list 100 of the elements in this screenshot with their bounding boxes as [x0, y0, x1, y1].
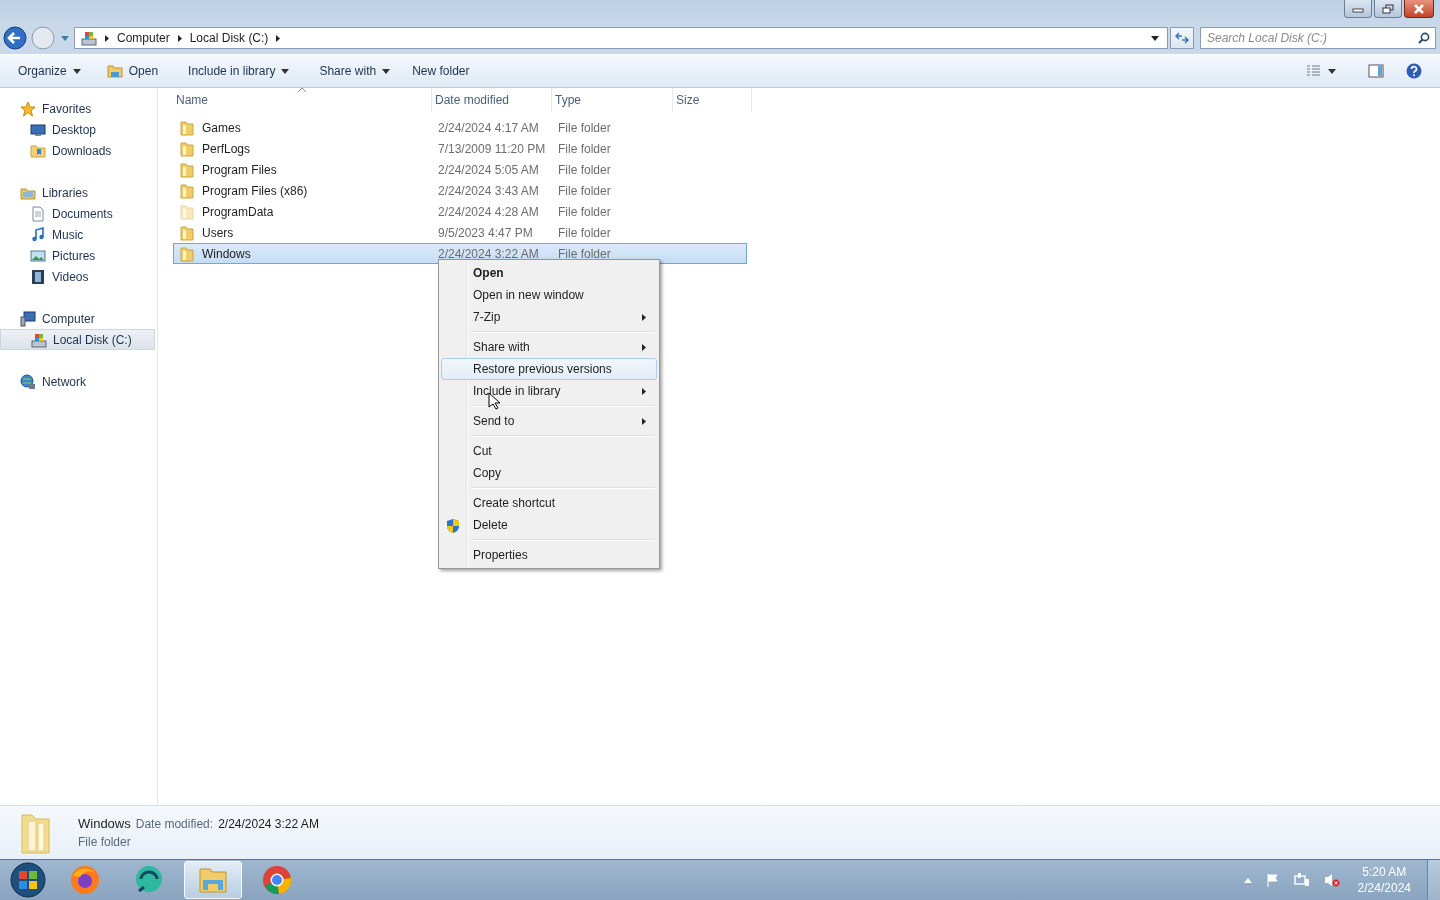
file-row[interactable]: ProgramData 2/24/2024 4:28 AM File folder: [173, 201, 747, 222]
menu-item[interactable]: Restore previous versions: [441, 358, 657, 380]
menu-item[interactable]: Open in new window: [441, 284, 657, 306]
show-hidden-icons-icon[interactable]: [1243, 877, 1252, 883]
search-field[interactable]: Search Local Disk (C:): [1200, 27, 1436, 49]
date-cell: 2/24/2024 3:22 AM: [438, 246, 539, 261]
speaker-muted-icon[interactable]: [1323, 873, 1340, 887]
date-value: 2/24/2024 3:22 AM: [218, 817, 319, 831]
menu-item[interactable]: 7-Zip: [441, 306, 657, 328]
monitor-icon: [30, 121, 46, 138]
date-cell: 2/24/2024 4:17 AM: [438, 120, 539, 135]
type-cell: File folder: [558, 225, 611, 240]
sidebar-item[interactable]: Pictures: [0, 245, 157, 266]
flag-icon[interactable]: [1265, 873, 1280, 887]
breadcrumb[interactable]: Local Disk (C:): [189, 31, 269, 45]
file-name: ProgramData: [202, 204, 274, 219]
picture-icon: [30, 247, 46, 264]
file-type: File folder: [78, 835, 132, 849]
search-icon: [1418, 32, 1430, 44]
list-view-icon: [1306, 65, 1336, 77]
menu-item[interactable]: Copy: [441, 462, 657, 484]
dropdown-icon: [1151, 35, 1159, 41]
film-icon: [30, 268, 46, 285]
drive-icon: [31, 331, 47, 348]
submenu-arrow-icon: [642, 417, 646, 425]
document-icon: [30, 205, 46, 222]
close-button[interactable]: [1404, 0, 1434, 18]
sidebar-item[interactable]: Computer: [0, 308, 157, 329]
sidebar-item[interactable]: Favorites: [0, 98, 157, 119]
pane-icon: [1368, 64, 1384, 78]
sidebar-item[interactable]: Local Disk (C:): [0, 329, 155, 350]
minimize-button[interactable]: [1344, 0, 1372, 18]
file-row[interactable]: Program Files 2/24/2024 5:05 AM File folder: [173, 159, 747, 180]
circle-icon: [31, 26, 55, 50]
file-name: Program Files: [202, 162, 277, 177]
menu-item[interactable]: Properties: [441, 544, 657, 566]
date-cell: 2/24/2024 5:05 AM: [438, 162, 539, 177]
folder-icon: [106, 64, 123, 78]
toolbar-button[interactable]: Organize: [10, 59, 89, 83]
chevron-icon: [177, 34, 182, 42]
submenu-arrow-icon: [642, 387, 646, 395]
sidebar-item[interactable]: Desktop: [0, 119, 157, 140]
show-desktop-button[interactable]: [1427, 860, 1440, 900]
music-note-icon: [30, 226, 46, 243]
column-header[interactable]: Date modified: [432, 88, 552, 112]
sidebar-item[interactable]: Libraries: [0, 182, 157, 203]
windows-orb-icon: [10, 862, 46, 898]
file-name: Windows: [202, 246, 251, 261]
type-cell: File folder: [558, 183, 611, 198]
close-icon: [1413, 3, 1425, 14]
caret-icon: [382, 68, 391, 74]
file-name: PerfLogs: [202, 141, 251, 156]
menu-item[interactable]: Send to: [441, 410, 657, 432]
refresh-button[interactable]: [1170, 27, 1194, 49]
menu-item[interactable]: Open: [441, 262, 657, 284]
chrome-icon: [261, 864, 293, 896]
date-cell: 2/24/2024 4:28 AM: [438, 204, 539, 219]
file-row[interactable]: Games 2/24/2024 4:17 AM File folder: [173, 117, 747, 138]
sidebar-item[interactable]: Videos: [0, 266, 157, 287]
back-button[interactable]: [2, 25, 28, 51]
restore-icon: [1382, 3, 1394, 14]
address-bar[interactable]: Computer Local Disk (C:): [74, 27, 1168, 49]
file-name: Games: [202, 120, 241, 135]
network-icon: [20, 373, 36, 390]
caret-icon: [72, 68, 81, 74]
column-header[interactable]: Type: [552, 88, 673, 112]
sidebar-item[interactable]: Network: [0, 371, 157, 392]
menu-item[interactable]: Delete: [441, 514, 657, 536]
toolbar-button[interactable]: Include in library: [180, 59, 298, 83]
sidebar-item[interactable]: Music: [0, 224, 157, 245]
sidebar-item[interactable]: Documents: [0, 203, 157, 224]
column-header[interactable]: Name: [173, 88, 432, 112]
submenu-arrow-icon: [642, 343, 646, 351]
file-row[interactable]: Program Files (x86) 2/24/2024 3:43 AM File folder: [173, 180, 747, 201]
date-cell: 7/13/2009 11:20 PM: [438, 141, 546, 156]
menu-item[interactable]: Share with: [441, 336, 657, 358]
chevron-icon: [276, 34, 281, 42]
network-icon[interactable]: [1293, 873, 1310, 887]
star-icon: [20, 100, 36, 117]
toolbar-button[interactable]: Open: [98, 59, 167, 83]
taskbar-app-button[interactable]: [184, 861, 242, 899]
breadcrumb[interactable]: Computer: [117, 31, 170, 45]
restore-button[interactable]: [1374, 0, 1402, 18]
menu-item[interactable]: Cut: [441, 440, 657, 462]
toolbar-button[interactable]: Share with: [311, 59, 399, 83]
type-cell: File folder: [558, 120, 611, 135]
type-cell: File folder: [558, 204, 611, 219]
toolbar-button[interactable]: New folder: [404, 59, 478, 83]
file-row[interactable]: PerfLogs 7/13/2009 11:20 PM File folder: [173, 138, 747, 159]
date-label: Date modified:: [135, 817, 214, 831]
column-header[interactable]: Size: [673, 88, 752, 112]
folder-icon: [30, 142, 46, 159]
menu-item[interactable]: Create shortcut: [441, 492, 657, 514]
sidebar-item[interactable]: Downloads: [0, 140, 157, 161]
file-row[interactable]: Users 9/5/2023 4:47 PM File folder: [173, 222, 747, 243]
menu-item[interactable]: Include in library: [441, 380, 657, 402]
submenu-arrow-icon: [642, 313, 646, 321]
computer-icon: [20, 310, 36, 327]
type-cell: File folder: [558, 162, 611, 177]
file-name: Program Files (x86): [202, 183, 308, 198]
